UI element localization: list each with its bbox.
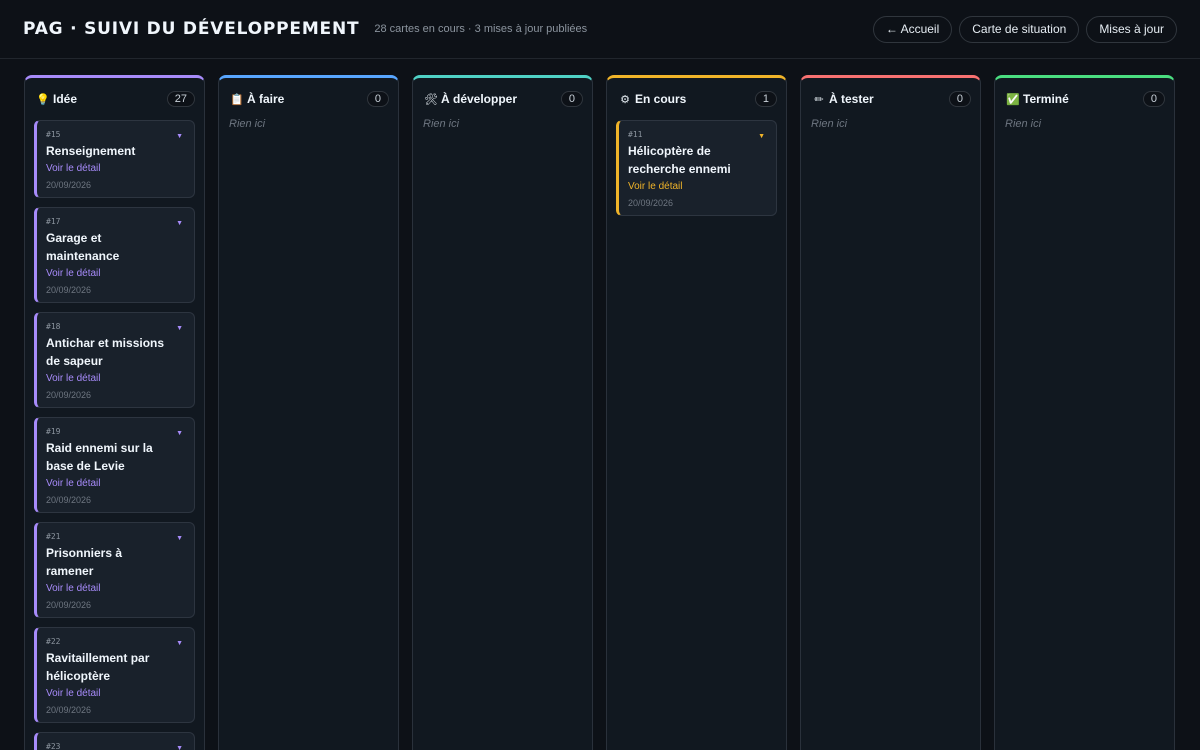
card-number: #22 bbox=[46, 637, 61, 646]
card-number: #15 bbox=[46, 130, 61, 139]
kanban-column: 📋 À faire 0 Rien ici bbox=[218, 75, 399, 750]
column-title: À faire bbox=[247, 92, 285, 106]
column-header: ⚙ En cours 1 bbox=[616, 78, 777, 120]
column-count-badge: 0 bbox=[366, 91, 389, 107]
lightbulb-icon: 💡 bbox=[36, 93, 50, 106]
chevron-down-icon[interactable]: ▼ bbox=[176, 745, 183, 750]
card-date: 20/09/2026 bbox=[46, 705, 92, 715]
chevron-down-icon[interactable]: ▼ bbox=[176, 535, 183, 542]
kanban-column: 🛠 À développer 0 Rien ici bbox=[412, 75, 593, 750]
card-number: #17 bbox=[46, 217, 61, 226]
column-count-badge: 0 bbox=[560, 91, 583, 107]
task-card[interactable]: #15 Renseignement Voir le détail 20/09/2026… bbox=[34, 120, 195, 198]
card-title: Raid ennemi sur la base de Levie bbox=[46, 441, 153, 473]
view-detail-link[interactable]: Voir le détail bbox=[46, 478, 185, 489]
card-title: Renseignement bbox=[46, 144, 136, 158]
clipboard-icon: 📋 bbox=[230, 93, 244, 106]
card-date: 20/09/2026 bbox=[46, 600, 92, 610]
kanban-board: 💡 Idée 27 #15 Renseignement Voir le détail 20/… bbox=[24, 75, 1175, 750]
tools-icon: 🛠 bbox=[424, 93, 438, 106]
column-title: En cours bbox=[635, 92, 687, 106]
card-date: 20/09/2026 bbox=[46, 285, 92, 295]
card-title: Prisonniers à ramener bbox=[46, 546, 123, 578]
view-detail-link[interactable]: Voir le détail bbox=[628, 181, 767, 192]
column-title: Terminé bbox=[1023, 92, 1069, 106]
column-header: ✅ Terminé 0 bbox=[1004, 78, 1165, 120]
column-header: 📋 À faire 0 bbox=[228, 78, 389, 120]
card-date: 20/09/2026 bbox=[46, 180, 92, 190]
chevron-down-icon[interactable]: ▼ bbox=[176, 640, 183, 647]
kanban-column: ✏ À tester 0 Rien ici bbox=[800, 75, 981, 750]
pencil-icon: ✏ bbox=[814, 93, 824, 106]
kanban-column: ✅ Terminé 0 Rien ici bbox=[994, 75, 1175, 750]
empty-column-text: Rien ici bbox=[1005, 118, 1042, 130]
chevron-down-icon[interactable]: ▼ bbox=[758, 133, 765, 140]
card-number: #23 bbox=[46, 742, 61, 750]
column-count-badge: 27 bbox=[166, 91, 195, 107]
chevron-down-icon[interactable]: ▼ bbox=[176, 430, 183, 437]
column-count-badge: 0 bbox=[1142, 91, 1165, 107]
card-date: 20/09/2026 bbox=[46, 390, 92, 400]
top-bar: PAG · SUIVI DU DÉVELOPPEMENT 28 cartes e… bbox=[0, 0, 1200, 59]
task-card[interactable]: #18 Antichar et missions de sapeur Voir le… bbox=[34, 312, 195, 408]
task-card[interactable]: #17 Garage et maintenance Voir le détail 20… bbox=[34, 207, 195, 303]
card-title: Antichar et missions de sapeur bbox=[46, 336, 165, 368]
card-title: Ravitaillement par hélicoptère bbox=[46, 651, 150, 683]
column-title: À développer bbox=[441, 92, 518, 106]
task-card[interactable]: #19 Raid ennemi sur la base de Levie Voir … bbox=[34, 417, 195, 513]
view-detail-link[interactable]: Voir le détail bbox=[46, 688, 185, 699]
check-box-icon: ✅ bbox=[1006, 93, 1020, 106]
situation-map-button[interactable]: Carte de situation bbox=[959, 15, 1080, 43]
view-detail-link[interactable]: Voir le détail bbox=[46, 268, 185, 279]
task-card[interactable]: #23Pilote abattu à▼ bbox=[34, 732, 195, 750]
updates-button[interactable]: Mises à jour bbox=[1086, 15, 1177, 43]
task-card[interactable]: #21 Prisonniers à ramener Voir le détail 20… bbox=[34, 522, 195, 618]
page-title: PAG · SUIVI DU DÉVELOPPEMENT bbox=[23, 19, 360, 39]
chevron-down-icon[interactable]: ▼ bbox=[176, 325, 183, 332]
page-subtitle: 28 cartes en cours · 3 mises à jour publ… bbox=[374, 23, 588, 35]
task-card[interactable]: #22 Ravitaillement par hélicoptère Voir le… bbox=[34, 627, 195, 723]
home-button[interactable]: ← Accueil bbox=[872, 15, 953, 43]
empty-column-text: Rien ici bbox=[423, 118, 460, 130]
column-header: ✏ À tester 0 bbox=[810, 78, 971, 120]
card-number: #18 bbox=[46, 322, 61, 331]
column-title: À tester bbox=[829, 92, 874, 106]
column-count-badge: 1 bbox=[754, 91, 777, 107]
empty-column-text: Rien ici bbox=[811, 118, 848, 130]
gear-icon: ⚙ bbox=[620, 93, 630, 106]
card-date: 20/09/2026 bbox=[628, 198, 674, 208]
card-date: 20/09/2026 bbox=[46, 495, 92, 505]
view-detail-link[interactable]: Voir le détail bbox=[46, 163, 185, 174]
column-count-badge: 0 bbox=[948, 91, 971, 107]
card-title: Hélicoptère de recherche ennemi bbox=[628, 144, 731, 176]
column-title: Idée bbox=[53, 92, 78, 106]
kanban-column: 💡 Idée 27 #15 Renseignement Voir le détail 20/… bbox=[24, 75, 205, 750]
column-header: 💡 Idée 27 bbox=[34, 78, 195, 120]
chevron-down-icon[interactable]: ▼ bbox=[176, 220, 183, 227]
empty-column-text: Rien ici bbox=[229, 118, 266, 130]
card-title: Garage et maintenance bbox=[46, 231, 120, 263]
view-detail-link[interactable]: Voir le détail bbox=[46, 583, 185, 594]
kanban-column: ⚙ En cours 1 #11 Hélicoptère de recherche en… bbox=[606, 75, 787, 750]
card-number: #11 bbox=[628, 130, 643, 139]
card-number: #19 bbox=[46, 427, 61, 436]
column-header: 🛠 À développer 0 bbox=[422, 78, 583, 120]
chevron-down-icon[interactable]: ▼ bbox=[176, 133, 183, 140]
task-card[interactable]: #11 Hélicoptère de recherche ennemi Voir l… bbox=[616, 120, 777, 216]
card-number: #21 bbox=[46, 532, 61, 541]
view-detail-link[interactable]: Voir le détail bbox=[46, 373, 185, 384]
top-nav: ← Accueil Carte de situation Mises à jou… bbox=[872, 15, 1177, 43]
